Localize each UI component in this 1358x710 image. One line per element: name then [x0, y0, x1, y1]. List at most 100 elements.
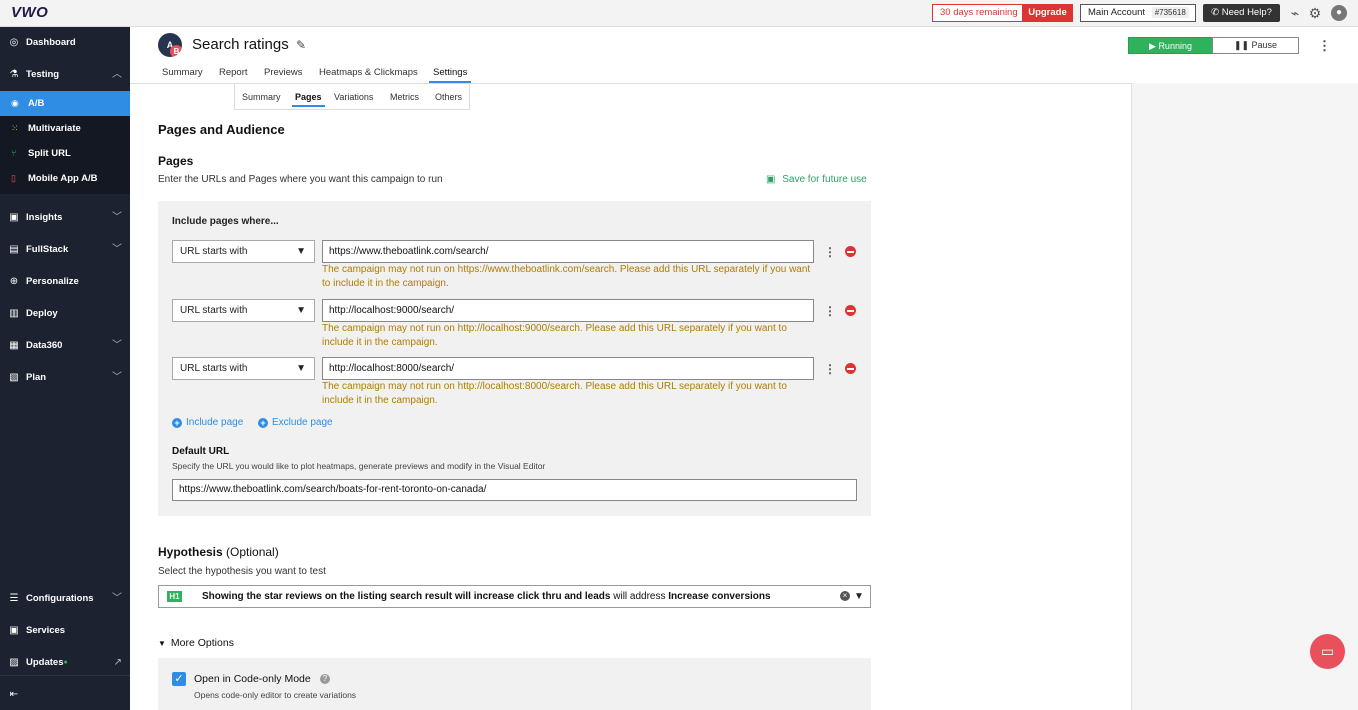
upgrade-button[interactable]: Upgrade: [1022, 4, 1073, 22]
code-only-description: Opens code-only editor to create variati…: [194, 690, 357, 700]
right-panel: [1131, 83, 1358, 710]
section-title: Pages and Audience: [158, 122, 285, 137]
url-match-select[interactable]: URL starts with ▼: [172, 299, 315, 322]
ab-campaign-badge: A B: [158, 33, 182, 57]
plan-icon: ▧: [9, 372, 19, 383]
tab-summary[interactable]: Summary: [162, 67, 203, 78]
more-options-label: More Options: [170, 637, 234, 649]
gear-icon[interactable]: ⚙: [1307, 5, 1323, 21]
activity-icon[interactable]: ⌁: [1287, 5, 1303, 21]
url-warning: The campaign may not run on https://www.…: [322, 264, 811, 289]
subtab-metrics[interactable]: Metrics: [390, 92, 419, 102]
sidebar-item-insights[interactable]: ▣ Insights ﹀: [0, 206, 130, 230]
clear-icon[interactable]: ×: [840, 591, 850, 601]
row-options-icon[interactable]: ⋮: [824, 362, 836, 376]
tab-report[interactable]: Report: [219, 67, 248, 78]
save-for-future-button[interactable]: ▣ Save for future use: [766, 174, 867, 185]
hypothesis-select[interactable]: H1 Showing the star reviews on the listi…: [158, 585, 871, 608]
url-input[interactable]: http://localhost:8000/search/: [322, 357, 814, 380]
sidebar-item-testing[interactable]: ⚗ Testing ︿: [0, 63, 130, 87]
default-url-input[interactable]: https://www.theboatlink.com/search/boats…: [172, 479, 857, 501]
sidebar-item-deploy[interactable]: ▥ Deploy: [0, 302, 130, 326]
running-label: Running: [1158, 41, 1192, 51]
subtab-variations[interactable]: Variations: [334, 92, 373, 102]
sidebar-item-fullstack[interactable]: ▤ FullStack ﹀: [0, 238, 130, 262]
running-status-button[interactable]: ▶ Running: [1128, 37, 1213, 54]
need-help-button[interactable]: ✆ Need Help?: [1203, 4, 1280, 22]
vwo-logo[interactable]: VWO: [11, 4, 48, 21]
data360-icon: ▦: [9, 340, 19, 351]
pause-button[interactable]: ❚❚ Pause: [1212, 37, 1299, 54]
insights-icon: ▣: [9, 212, 19, 223]
tab-settings[interactable]: Settings: [429, 67, 472, 83]
flask-icon: ⚗: [9, 69, 19, 80]
hypothesis-statement: Showing the star reviews on the listing …: [202, 591, 611, 602]
hypothesis-connector: will address: [610, 591, 669, 602]
sidebar-item-ab[interactable]: ◉ A/B: [0, 91, 130, 116]
remove-row-icon[interactable]: [845, 305, 856, 316]
trial-remaining-badge: 30 days remaining: [932, 4, 1026, 22]
chevron-down-icon: ﹀: [112, 244, 122, 255]
caret-down-icon: ▼: [296, 363, 306, 374]
caret-down-icon: ▼: [296, 305, 306, 316]
subtab-summary[interactable]: Summary: [242, 92, 281, 102]
hypothesis-description: Select the hypothesis you want to test: [158, 566, 326, 577]
pause-icon: ❚❚: [1233, 40, 1252, 50]
url-match-select[interactable]: URL starts with ▼: [172, 240, 315, 263]
url-match-value: URL starts with: [180, 305, 248, 316]
default-url-description: Specify the URL you would like to plot h…: [172, 461, 546, 471]
chat-icon[interactable]: ▭: [1310, 634, 1345, 669]
pages-heading: Pages: [158, 154, 194, 168]
url-input[interactable]: https://www.theboatlink.com/search/: [322, 240, 814, 263]
row-options-icon[interactable]: ⋮: [824, 304, 836, 318]
sidebar-item-personalize[interactable]: ⊕ Personalize: [0, 270, 130, 294]
sidebar-item-split-url[interactable]: ⑂ Split URL: [0, 141, 130, 166]
need-help-label: Need Help?: [1221, 7, 1272, 18]
url-input[interactable]: http://localhost:9000/search/: [322, 299, 814, 322]
more-actions-icon[interactable]: ⋮: [1318, 39, 1331, 52]
caret-down-icon[interactable]: ▼: [854, 586, 864, 607]
url-match-select[interactable]: URL starts with ▼: [172, 357, 315, 380]
sidebar-item-multivariate[interactable]: ⁙ Multivariate: [0, 116, 130, 141]
sidebar-item-data360[interactable]: ▦ Data360 ﹀: [0, 334, 130, 358]
collapse-sidebar-button[interactable]: ⇤: [0, 683, 130, 707]
url-match-value: URL starts with: [180, 363, 248, 374]
hypothesis-tag: H1: [167, 591, 182, 602]
sidebar-item-configurations[interactable]: ☰ Configurations ﹀: [0, 587, 130, 611]
subtab-others[interactable]: Others: [435, 92, 462, 102]
caret-down-icon: ▼: [296, 246, 306, 257]
user-avatar-icon[interactable]: ●: [1331, 5, 1347, 21]
plus-circle-icon: +: [258, 418, 268, 428]
settings-subtabs: Summary Pages Variations Metrics Others: [234, 84, 470, 110]
remove-row-icon[interactable]: [845, 246, 856, 257]
url-warning: The campaign may not run on http://local…: [322, 381, 787, 406]
sidebar-item-services[interactable]: ▣ Services: [0, 619, 130, 643]
tab-previews[interactable]: Previews: [264, 67, 303, 78]
row-options-icon[interactable]: ⋮: [824, 245, 836, 259]
exclude-page-button[interactable]: + Exclude page: [258, 417, 333, 428]
sidebar-item-dashboard[interactable]: ◎ Dashboard: [0, 31, 130, 55]
pages-description: Enter the URLs and Pages where you want …: [158, 174, 443, 185]
fullstack-icon: ▤: [9, 244, 19, 255]
sidebar-item-mobile-ab[interactable]: ▯ Mobile App A/B: [0, 166, 130, 191]
floppy-icon: ▣: [766, 174, 779, 185]
subtab-pages[interactable]: Pages: [292, 92, 325, 107]
sidebar-item-label: Configurations: [26, 593, 94, 604]
personalize-icon: ⊕: [9, 276, 19, 287]
sidebar-item-label: A/B: [28, 98, 45, 109]
tab-heatmaps[interactable]: Heatmaps & Clickmaps: [319, 67, 418, 78]
remove-row-icon[interactable]: [845, 363, 856, 374]
hypothesis-goal: Increase conversions: [668, 591, 771, 602]
pencil-icon[interactable]: ✎: [296, 38, 306, 52]
info-icon[interactable]: ?: [320, 674, 330, 684]
sidebar-item-label: Plan: [26, 372, 47, 383]
account-switcher[interactable]: Main Account #735618: [1080, 4, 1196, 22]
sidebar-item-updates[interactable]: ▨ Updates● ↗: [0, 651, 130, 675]
sidebar-item-plan[interactable]: ▧ Plan ﹀: [0, 366, 130, 390]
briefcase-icon: ▣: [9, 625, 19, 636]
top-bar: VWO 30 days remaining Upgrade Main Accou…: [0, 0, 1358, 27]
more-options-toggle[interactable]: ▼ More Options: [158, 637, 234, 649]
chevron-down-icon: ﹀: [112, 340, 122, 351]
include-page-button[interactable]: + Include page: [172, 417, 243, 428]
code-only-checkbox[interactable]: ✓: [172, 672, 186, 686]
